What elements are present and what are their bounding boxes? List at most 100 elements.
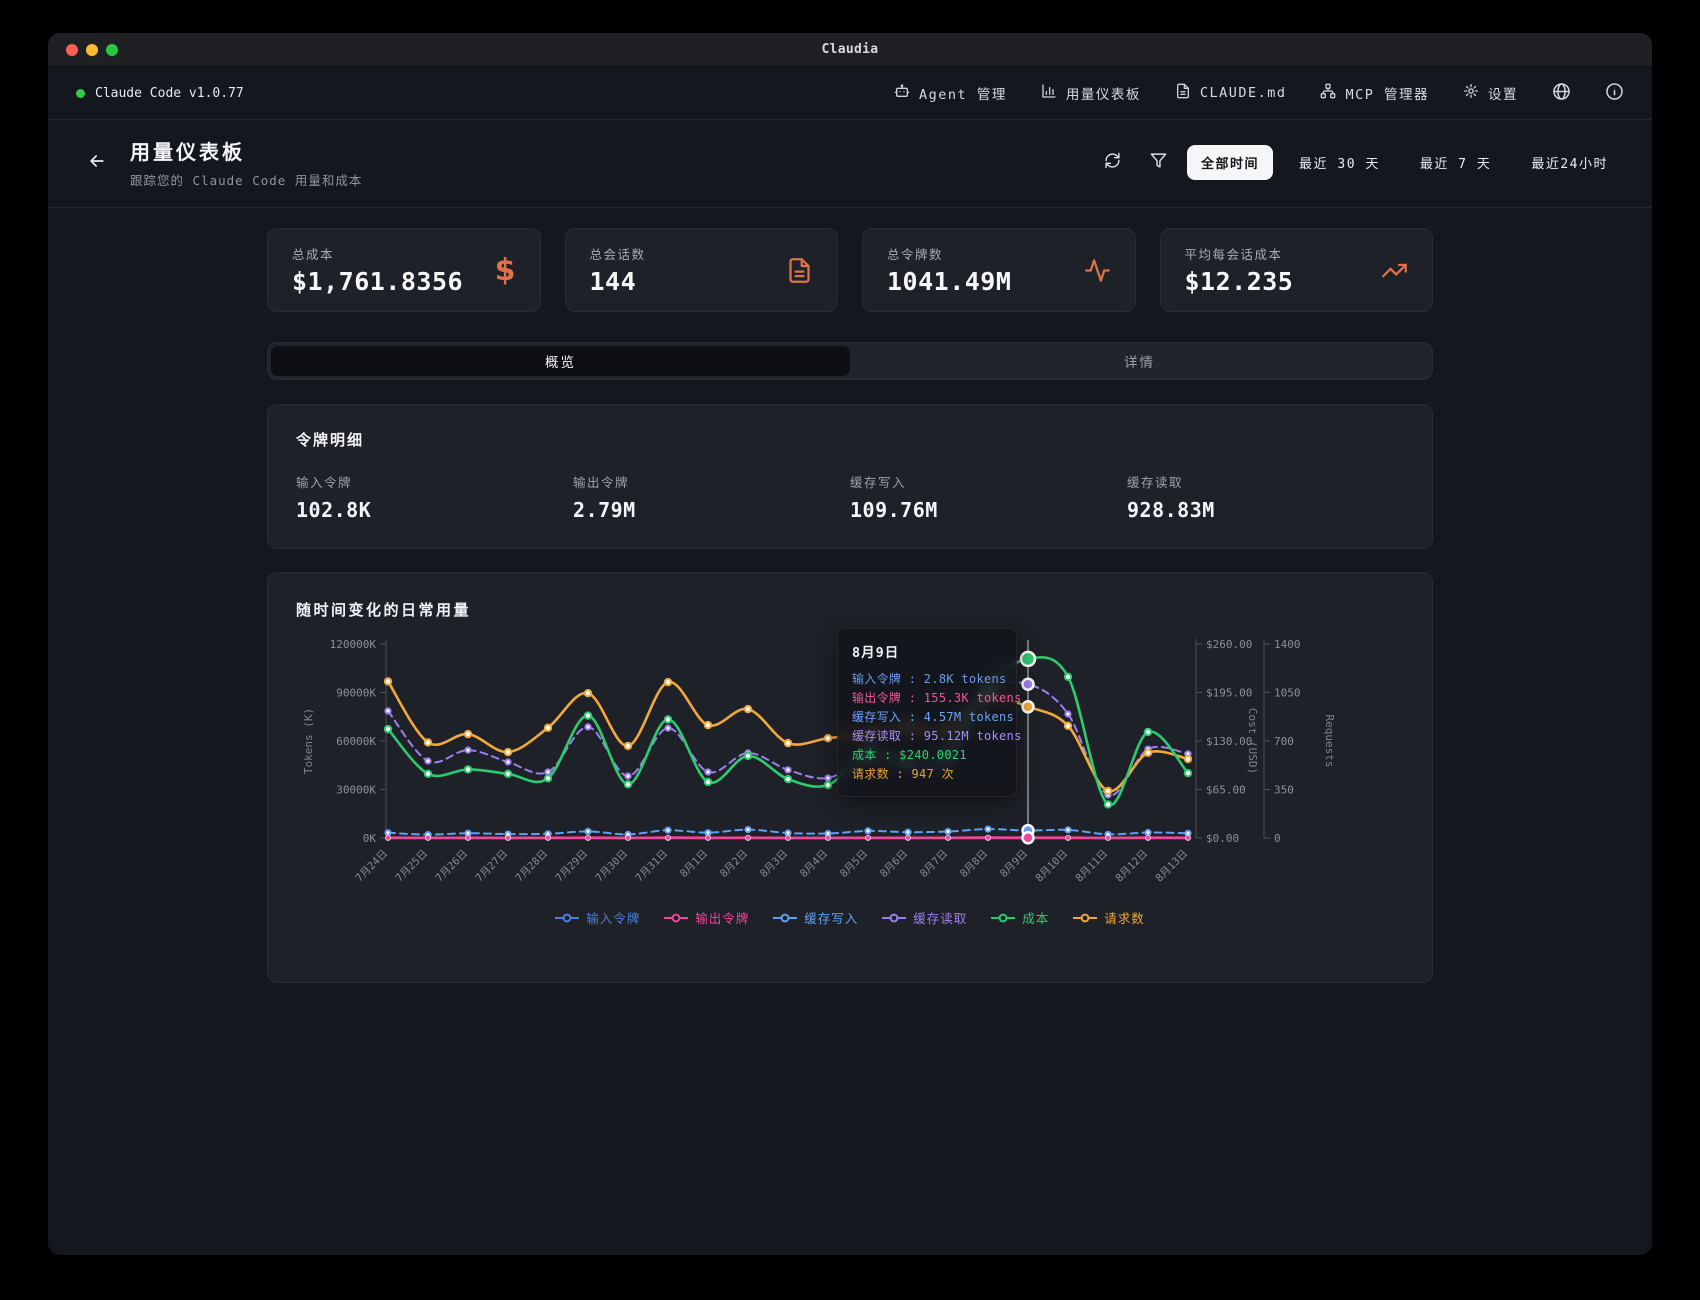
token-stat-value: 928.83M: [1127, 498, 1404, 522]
filter-button[interactable]: [1141, 146, 1175, 180]
token-stat-cache-read: 缓存读取 928.83M: [1127, 472, 1404, 522]
svg-text:8月12日: 8月12日: [1113, 848, 1150, 885]
menu-item-settings[interactable]: 设置: [1463, 83, 1518, 103]
title-bar: Claudia: [48, 33, 1652, 67]
daily-usage-chart-card: 随时间变化的日常用量 0K30000K60000K90000K120000K$0…: [267, 572, 1433, 983]
arrow-left-icon: [87, 151, 107, 175]
back-button[interactable]: [78, 144, 116, 182]
svg-text:8月9日: 8月9日: [998, 848, 1030, 880]
stat-card-total-cost: 总成本 $1,761.8356 $: [267, 228, 541, 312]
window-title: Claudia: [822, 42, 879, 57]
legend-line-icon: [991, 913, 1015, 923]
svg-text:7月26日: 7月26日: [433, 848, 470, 885]
svg-text:$130.00: $130.00: [1206, 735, 1252, 748]
legend-item[interactable]: 成本: [991, 908, 1049, 927]
stat-label: 总会话数: [590, 244, 646, 263]
token-stat-input: 输入令牌 102.8K: [296, 472, 573, 522]
minimize-window-button[interactable]: [86, 44, 98, 56]
tooltip-row: 缓存写入 : 4.57M tokens: [852, 708, 1002, 727]
legend-item[interactable]: 输出令牌: [664, 908, 749, 927]
menu-item-usage-dashboard[interactable]: 用量仪表板: [1041, 83, 1141, 103]
legend-label: 输入令牌: [586, 908, 640, 927]
menu-item-label: Agent 管理: [919, 83, 1007, 103]
svg-text:7月27日: 7月27日: [473, 848, 510, 885]
filter-last-7-days-button[interactable]: 最近 7 天: [1406, 145, 1505, 180]
legend-item[interactable]: 缓存读取: [882, 908, 967, 927]
menu-item-label: 用量仪表板: [1066, 83, 1141, 103]
tooltip-row: 成本 : $240.0021: [852, 746, 1002, 765]
legend-line-icon: [773, 913, 797, 923]
legend-label: 成本: [1022, 908, 1049, 927]
svg-text:7月30日: 7月30日: [593, 848, 630, 885]
svg-text:8月6日: 8月6日: [878, 848, 910, 880]
network-icon: [1320, 83, 1336, 103]
menu-item-label: CLAUDE.md: [1200, 85, 1287, 101]
svg-text:$260.00: $260.00: [1206, 638, 1252, 651]
svg-text:$195.00: $195.00: [1206, 687, 1252, 700]
svg-text:Requests: Requests: [1323, 715, 1336, 768]
svg-text:0K: 0K: [363, 832, 377, 845]
chart-legend: 输入令牌 输出令牌 缓存写入 缓存读取 成本 请求数: [296, 908, 1404, 927]
token-stat-cache-write: 缓存写入 109.76M: [850, 472, 1127, 522]
legend-label: 缓存读取: [913, 908, 967, 927]
filter-all-time-button[interactable]: 全部时间: [1187, 145, 1273, 180]
page-subtitle: 跟踪您的 Claude Code 用量和成本: [130, 170, 362, 189]
menu-item-claude-md[interactable]: CLAUDE.md: [1175, 83, 1287, 103]
daily-usage-chart[interactable]: 0K30000K60000K90000K120000K$0.00$65.00$1…: [296, 634, 1404, 906]
menu-item-label: 设置: [1488, 83, 1518, 103]
traffic-lights: [66, 44, 118, 56]
stat-cards: 总成本 $1,761.8356 $ 总会话数 144 总令牌数 1041.49M: [267, 228, 1433, 312]
svg-text:700: 700: [1274, 735, 1294, 748]
stat-value: $12.235: [1185, 267, 1294, 296]
file-text-icon: [1175, 83, 1191, 103]
token-stat-label: 缓存写入: [850, 472, 1127, 491]
language-globe-button[interactable]: [1552, 82, 1571, 105]
close-window-button[interactable]: [66, 44, 78, 56]
svg-text:7月31日: 7月31日: [633, 848, 670, 885]
refresh-button[interactable]: [1095, 146, 1129, 180]
token-stat-output: 输出令牌 2.79M: [573, 472, 850, 522]
svg-text:7月25日: 7月25日: [393, 848, 430, 885]
svg-text:7月28日: 7月28日: [513, 848, 550, 885]
stat-card-total-sessions: 总会话数 144: [565, 228, 839, 312]
legend-item[interactable]: 输入令牌: [555, 908, 640, 927]
stat-card-total-tokens: 总令牌数 1041.49M: [862, 228, 1136, 312]
tooltip-row: 请求数 : 947 次: [852, 765, 1002, 784]
svg-text:Tokens (K): Tokens (K): [302, 708, 315, 774]
trending-up-icon: [1381, 257, 1408, 284]
svg-text:1050: 1050: [1274, 687, 1301, 700]
legend-line-icon: [555, 913, 579, 923]
legend-item[interactable]: 请求数: [1073, 908, 1145, 927]
menu-item-agents[interactable]: Agent 管理: [894, 83, 1007, 103]
maximize-window-button[interactable]: [106, 44, 118, 56]
tab-details[interactable]: 详情: [850, 346, 1429, 376]
gear-icon: [1463, 83, 1479, 103]
legend-line-icon: [664, 913, 688, 923]
status-dot-icon: [76, 89, 85, 98]
globe-icon: [1552, 82, 1571, 105]
legend-line-icon: [882, 913, 906, 923]
filter-icon: [1150, 152, 1167, 173]
legend-item[interactable]: 缓存写入: [773, 908, 858, 927]
svg-text:8月2日: 8月2日: [718, 848, 750, 880]
svg-text:7月29日: 7月29日: [553, 848, 590, 885]
svg-text:8月11日: 8月11日: [1073, 848, 1110, 885]
menu-item-mcp-manager[interactable]: MCP 管理器: [1320, 83, 1429, 103]
filter-last-24-hours-button[interactable]: 最近24小时: [1517, 145, 1622, 180]
svg-text:7月24日: 7月24日: [353, 848, 390, 885]
tab-overview[interactable]: 概览: [271, 346, 850, 376]
menu-item-label: MCP 管理器: [1345, 83, 1429, 103]
svg-text:8月1日: 8月1日: [678, 848, 710, 880]
filter-last-30-days-button[interactable]: 最近 30 天: [1285, 145, 1394, 180]
stat-label: 总成本: [292, 244, 463, 263]
svg-text:8月3日: 8月3日: [758, 848, 790, 880]
svg-text:60000K: 60000K: [336, 735, 376, 748]
page-header: 用量仪表板 跟踪您的 Claude Code 用量和成本 全部时间 最近 30 …: [48, 120, 1652, 208]
info-button[interactable]: [1605, 82, 1624, 105]
info-icon: [1605, 82, 1624, 105]
app-version-status: Claude Code v1.0.77: [76, 86, 244, 101]
token-breakdown-card: 令牌明细 输入令牌 102.8K 输出令牌 2.79M 缓存写入 109.76M…: [267, 404, 1433, 549]
legend-label: 请求数: [1104, 908, 1145, 927]
svg-text:$0.00: $0.00: [1206, 832, 1239, 845]
token-stat-label: 缓存读取: [1127, 472, 1404, 491]
